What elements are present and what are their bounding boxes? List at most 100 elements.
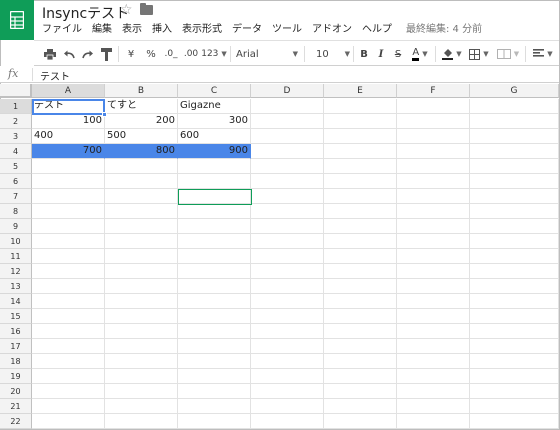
cell-d20[interactable] (251, 384, 324, 399)
cell-g9[interactable] (470, 219, 559, 234)
cell-d12[interactable] (251, 264, 324, 279)
cell-g22[interactable] (470, 414, 559, 429)
cell-a4[interactable]: 700 (32, 144, 105, 159)
cell-f14[interactable] (397, 294, 470, 309)
cell-e17[interactable] (324, 339, 397, 354)
currency-format-button[interactable]: ¥ (124, 46, 138, 62)
cell-f12[interactable] (397, 264, 470, 279)
cell-d8[interactable] (251, 204, 324, 219)
cell-g5[interactable] (470, 159, 559, 174)
cell-e20[interactable] (324, 384, 397, 399)
cell-c4[interactable]: 900 (178, 144, 251, 159)
cell-e8[interactable] (324, 204, 397, 219)
cell-g3[interactable] (470, 129, 559, 144)
cell-b11[interactable] (105, 249, 178, 264)
cell-c6[interactable] (178, 174, 251, 189)
cell-f2[interactable] (397, 114, 470, 129)
cell-b21[interactable] (105, 399, 178, 414)
fill-handle[interactable] (102, 112, 107, 117)
cell-a7[interactable] (32, 189, 105, 204)
row-header-19[interactable]: 19 (0, 369, 32, 384)
cell-d10[interactable] (251, 234, 324, 249)
cell-b3[interactable]: 500 (105, 129, 178, 144)
cell-a14[interactable] (32, 294, 105, 309)
font-size-dropdown[interactable]: 10 ▼ (316, 46, 350, 62)
cell-f15[interactable] (397, 309, 470, 324)
cell-c7[interactable] (178, 189, 251, 204)
cell-b20[interactable] (105, 384, 178, 399)
cell-g13[interactable] (470, 279, 559, 294)
cell-d5[interactable] (251, 159, 324, 174)
cell-e10[interactable] (324, 234, 397, 249)
cell-b7[interactable] (105, 189, 178, 204)
row-header-4[interactable]: 4 (0, 144, 32, 159)
column-header-c[interactable]: C (178, 84, 251, 98)
cell-f16[interactable] (397, 324, 470, 339)
menu-edit[interactable]: 編集 (92, 22, 112, 38)
cell-c10[interactable] (178, 234, 251, 249)
row-header-12[interactable]: 12 (0, 264, 32, 279)
cell-f11[interactable] (397, 249, 470, 264)
row-header-17[interactable]: 17 (0, 339, 32, 354)
cell-e3[interactable] (324, 129, 397, 144)
row-header-14[interactable]: 14 (0, 294, 32, 309)
cell-a20[interactable] (32, 384, 105, 399)
cell-a1[interactable]: テスト (32, 99, 105, 114)
cell-e4[interactable] (324, 144, 397, 159)
cell-f6[interactable] (397, 174, 470, 189)
cell-f3[interactable] (397, 129, 470, 144)
formula-bar[interactable]: fx テスト (0, 66, 559, 83)
row-header-11[interactable]: 11 (0, 249, 32, 264)
cell-g4[interactable] (470, 144, 559, 159)
cell-b8[interactable] (105, 204, 178, 219)
row-header-20[interactable]: 20 (0, 384, 32, 399)
menu-view[interactable]: 表示 (122, 22, 142, 38)
cell-f7[interactable] (397, 189, 470, 204)
menu-insert[interactable]: 挿入 (152, 22, 172, 38)
row-header-21[interactable]: 21 (0, 399, 32, 414)
last-edit-status[interactable]: 最終編集: 4 分前 (406, 22, 482, 38)
cell-e21[interactable] (324, 399, 397, 414)
cell-f5[interactable] (397, 159, 470, 174)
fill-color-icon[interactable]: ▼ (440, 46, 464, 62)
cell-f18[interactable] (397, 354, 470, 369)
cell-d16[interactable] (251, 324, 324, 339)
cell-d2[interactable] (251, 114, 324, 129)
cell-g10[interactable] (470, 234, 559, 249)
cell-a8[interactable] (32, 204, 105, 219)
folder-icon[interactable] (140, 3, 153, 15)
cell-b10[interactable] (105, 234, 178, 249)
cell-a5[interactable] (32, 159, 105, 174)
cell-e11[interactable] (324, 249, 397, 264)
cell-b22[interactable] (105, 414, 178, 429)
cell-c22[interactable] (178, 414, 251, 429)
cell-f19[interactable] (397, 369, 470, 384)
cell-d11[interactable] (251, 249, 324, 264)
cell-e18[interactable] (324, 354, 397, 369)
cell-g1[interactable] (470, 99, 559, 114)
cell-c16[interactable] (178, 324, 251, 339)
cell-e12[interactable] (324, 264, 397, 279)
cell-e19[interactable] (324, 369, 397, 384)
undo-icon[interactable] (61, 46, 77, 62)
menu-file[interactable]: ファイル (42, 22, 82, 38)
cell-g11[interactable] (470, 249, 559, 264)
cell-c9[interactable] (178, 219, 251, 234)
paint-format-icon[interactable] (98, 46, 114, 62)
cell-a17[interactable] (32, 339, 105, 354)
cell-e16[interactable] (324, 324, 397, 339)
row-header-15[interactable]: 15 (0, 309, 32, 324)
cell-e22[interactable] (324, 414, 397, 429)
column-header-d[interactable]: D (251, 84, 324, 98)
cell-a6[interactable] (32, 174, 105, 189)
cell-b5[interactable] (105, 159, 178, 174)
cell-e5[interactable] (324, 159, 397, 174)
cell-a15[interactable] (32, 309, 105, 324)
menu-addons[interactable]: アドオン (312, 22, 352, 38)
italic-button[interactable]: I (374, 46, 388, 62)
cell-e6[interactable] (324, 174, 397, 189)
row-header-3[interactable]: 3 (0, 129, 32, 144)
cell-b1[interactable]: てすと (105, 99, 178, 114)
row-header-18[interactable]: 18 (0, 354, 32, 369)
cell-b12[interactable] (105, 264, 178, 279)
